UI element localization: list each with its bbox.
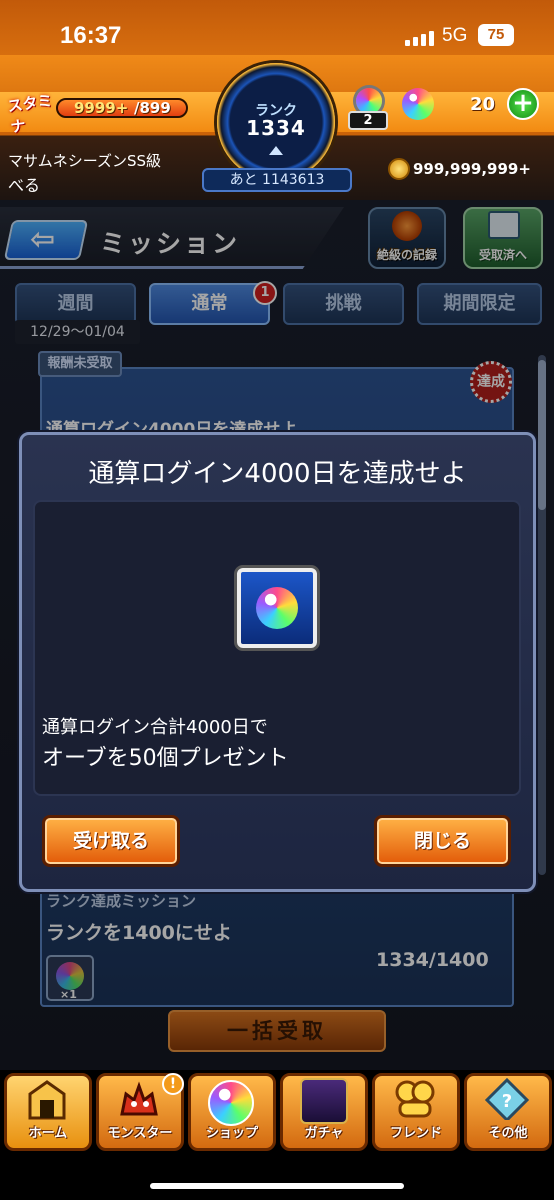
nav-label-friend: フレンド [389, 1126, 442, 1141]
home-indicator[interactable] [150, 1183, 404, 1189]
orb-shop-icon [208, 1080, 254, 1126]
friends-icon [395, 1080, 435, 1118]
gacha-character-icon [300, 1078, 348, 1124]
add-orb-button[interactable]: + [507, 88, 539, 120]
rank-next-exp: あと 1143613 [202, 168, 352, 192]
svg-text:?: ? [502, 1091, 512, 1112]
dialog-description-line1: 通算ログイン合計4000日で [42, 717, 268, 738]
stamina-current: 9999+ [74, 99, 129, 117]
signal-icon [405, 30, 437, 46]
rainbow-orb-icon [256, 587, 298, 629]
dialog-title: 通算ログイン4000日を達成せよ [88, 459, 467, 489]
home-icon [28, 1080, 66, 1120]
nav-label-shop: ショップ [205, 1126, 258, 1141]
nav-label-monster: モンスター [107, 1126, 173, 1141]
nav-label-other: その他 [488, 1126, 528, 1141]
coin-icon [388, 158, 410, 180]
rank-caret-icon [269, 146, 283, 155]
stamina-max: /899 [134, 99, 171, 117]
orb-balance: 20 [470, 94, 496, 115]
network-type: 5G [442, 25, 468, 46]
dialog-description-line2: オーブを50個プレゼント [42, 746, 289, 771]
close-button[interactable]: 閉じる [374, 815, 511, 867]
user-name: べる [8, 176, 41, 195]
receive-button[interactable]: 受け取る [42, 815, 180, 867]
orb-icon [402, 88, 434, 120]
monster-icon [120, 1081, 158, 1116]
status-time: 16:37 [60, 22, 122, 49]
nav-label-gacha: ガチャ [304, 1126, 344, 1141]
orb-item-count: 2 [348, 111, 388, 130]
other-icon: ? [484, 1078, 530, 1120]
coin-balance: 999,999,999+ [413, 160, 531, 178]
user-title: マサムネシーズンSS級 [8, 152, 161, 170]
nav-label-home: ホーム [28, 1126, 68, 1141]
alert-badge: ! [162, 1073, 184, 1095]
battery-icon: 75 [478, 24, 514, 46]
rank-value: 1334 [246, 116, 306, 140]
